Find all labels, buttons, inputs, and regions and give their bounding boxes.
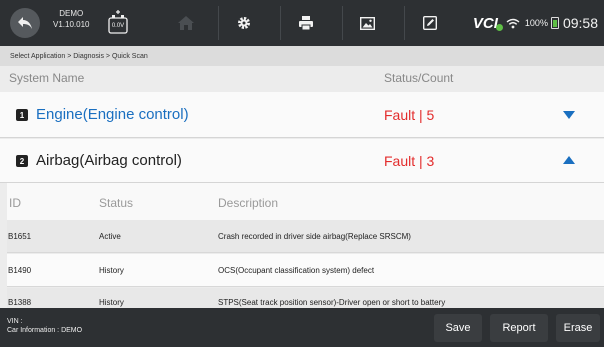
system-status: Fault | 3 bbox=[384, 153, 435, 169]
edit-button[interactable] bbox=[404, 6, 454, 40]
dtc-description: STPS(Seat track position sensor)-Driver … bbox=[218, 298, 446, 307]
status-count-header: Status/Count bbox=[384, 71, 454, 85]
dtc-status: Active bbox=[99, 232, 121, 241]
system-name-header: System Name bbox=[9, 71, 85, 85]
system-name: Airbag(Airbag control) bbox=[36, 152, 182, 169]
back-icon bbox=[18, 17, 32, 29]
system-number-badge: 1 bbox=[16, 109, 28, 121]
app-version: DEMO V1.10.010 bbox=[53, 8, 89, 30]
home-icon bbox=[178, 16, 194, 30]
dtc-id: B1388 bbox=[8, 298, 32, 307]
dtc-description: OCS(Occupant classification system) defe… bbox=[218, 266, 375, 275]
wifi-icon bbox=[506, 18, 520, 28]
vci-connected-dot bbox=[495, 23, 503, 31]
clock: 09:58 bbox=[562, 15, 598, 31]
dtc-status: History bbox=[99, 266, 124, 275]
battery-percent: 100% bbox=[524, 18, 548, 28]
dtc-description: Crash recorded in driver side airbag(Rep… bbox=[218, 232, 411, 241]
status-area: VCI 100% 09:58 bbox=[473, 0, 598, 46]
print-button[interactable] bbox=[280, 6, 330, 40]
version-label: V1.10.010 bbox=[53, 20, 90, 29]
dtc-description-header: Description bbox=[218, 196, 279, 210]
save-button[interactable]: Save bbox=[434, 314, 482, 342]
dtc-row[interactable]: B1651 Active Crash recorded in driver si… bbox=[7, 220, 604, 253]
vin-label: VIN : bbox=[7, 318, 23, 325]
dtc-table-header: ID Status Description bbox=[7, 183, 604, 220]
vehicle-info: VIN : Car Information : DEMO bbox=[7, 317, 82, 335]
app-root: DEMO V1.10.010 0.0V VCI 100% 09:58 Selec… bbox=[0, 0, 604, 347]
dtc-id: B1490 bbox=[8, 266, 32, 275]
dtc-row[interactable]: B1490 History OCS(Occupant classificatio… bbox=[7, 254, 604, 287]
print-icon bbox=[298, 16, 313, 30]
bottom-toolbar: VIN : Car Information : DEMO Save Report… bbox=[0, 308, 604, 347]
top-toolbar: DEMO V1.10.010 0.0V VCI 100% 09:58 bbox=[0, 0, 604, 46]
erase-button[interactable]: Erase bbox=[556, 314, 600, 342]
back-button[interactable] bbox=[10, 8, 40, 38]
edit-icon bbox=[422, 16, 437, 30]
system-row-airbag[interactable]: 2 Airbag(Airbag control) Fault | 3 bbox=[0, 139, 604, 183]
breadcrumb: Select Application > Diagnosis > Quick S… bbox=[0, 46, 604, 66]
system-list-header: System Name Status/Count bbox=[0, 66, 604, 90]
home-button[interactable] bbox=[161, 6, 211, 40]
dtc-status-header: Status bbox=[99, 196, 134, 210]
voltage-label: 0.0V bbox=[111, 23, 125, 29]
car-information: Car Information : DEMO bbox=[7, 327, 83, 334]
vci-label: VCI bbox=[472, 14, 498, 32]
screenshot-button[interactable] bbox=[342, 6, 392, 40]
chevron-up-icon[interactable] bbox=[563, 155, 575, 165]
system-number-badge: 2 bbox=[16, 155, 28, 167]
dtc-status: History bbox=[99, 298, 124, 307]
system-name: Engine(Engine control) bbox=[36, 106, 189, 123]
dtc-id-header: ID bbox=[9, 196, 21, 210]
screenshot-icon bbox=[360, 16, 375, 30]
report-button[interactable]: Report bbox=[490, 314, 548, 342]
battery-voltage: 0.0V bbox=[108, 9, 128, 37]
system-status: Fault | 5 bbox=[384, 107, 435, 123]
vci-indicator: VCI bbox=[472, 14, 503, 32]
chevron-down-icon[interactable] bbox=[563, 110, 575, 120]
system-row-engine[interactable]: 1 Engine(Engine control) Fault | 5 bbox=[0, 92, 604, 138]
dtc-id: B1651 bbox=[8, 232, 32, 241]
settings-icon bbox=[237, 17, 250, 29]
settings-button[interactable] bbox=[218, 6, 268, 40]
demo-label: DEMO bbox=[59, 9, 84, 18]
device-battery-icon bbox=[550, 17, 559, 29]
